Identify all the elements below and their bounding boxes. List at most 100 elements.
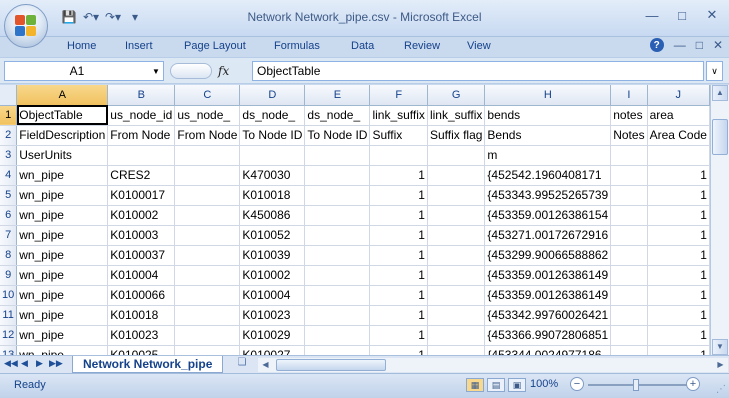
cell-a1[interactable]: ObjectTable xyxy=(16,105,109,126)
cell-i7[interactable] xyxy=(610,225,648,246)
cell-e1[interactable]: ds_node_ xyxy=(304,105,371,126)
cell-h8[interactable]: {453299.90066588862 xyxy=(484,245,612,266)
cell-c12[interactable] xyxy=(174,325,241,346)
cell-h2[interactable]: Bends xyxy=(484,125,612,146)
column-header-i[interactable]: I xyxy=(610,85,648,106)
cell-i9[interactable] xyxy=(610,265,648,286)
cell-c3[interactable] xyxy=(174,145,241,166)
cell-e6[interactable] xyxy=(304,205,371,226)
cell-j2[interactable]: Area Code xyxy=(647,125,710,146)
column-header-g[interactable]: G xyxy=(427,85,486,106)
zoom-level[interactable]: 100% xyxy=(530,378,558,390)
cell-b7[interactable]: K010003 xyxy=(107,225,176,246)
cell-b6[interactable]: K010002 xyxy=(107,205,176,226)
row-header[interactable]: 9 xyxy=(0,265,18,286)
tab-insert[interactable]: Insert xyxy=(125,40,153,52)
cell-g8[interactable] xyxy=(427,245,486,266)
cell-f5[interactable]: 1 xyxy=(369,185,428,206)
cell-b8[interactable]: K0100037 xyxy=(107,245,176,266)
next-sheet-icon[interactable]: ▶ xyxy=(34,358,45,369)
cell-f12[interactable]: 1 xyxy=(369,325,428,346)
row-header[interactable]: 11 xyxy=(0,305,18,326)
cell-e5[interactable] xyxy=(304,185,371,206)
cell-b11[interactable]: K010018 xyxy=(107,305,176,326)
tab-view[interactable]: View xyxy=(467,40,491,52)
cell-e10[interactable] xyxy=(304,285,371,306)
cell-h7[interactable]: {453271.00172672916 xyxy=(484,225,612,246)
column-header-h[interactable]: H xyxy=(484,85,612,106)
cell-g9[interactable] xyxy=(427,265,486,286)
horizontal-scrollbar[interactable]: ◀ ▶ xyxy=(258,358,728,372)
page-layout-view-icon[interactable]: ▤ xyxy=(487,378,505,392)
cell-b10[interactable]: K0100066 xyxy=(107,285,176,306)
cell-i6[interactable] xyxy=(610,205,648,226)
tab-home[interactable]: Home xyxy=(67,40,96,52)
maximize-icon[interactable]: □ xyxy=(671,6,693,24)
cell-a7[interactable]: wn_pipe xyxy=(16,225,109,246)
cell-c1[interactable]: us_node_ xyxy=(174,105,241,126)
cell-e4[interactable] xyxy=(304,165,371,186)
cell-c8[interactable] xyxy=(174,245,241,266)
cell-g11[interactable] xyxy=(427,305,486,326)
cell-f11[interactable]: 1 xyxy=(369,305,428,326)
cell-e8[interactable] xyxy=(304,245,371,266)
cell-e13[interactable] xyxy=(304,345,371,355)
column-header-f[interactable]: F xyxy=(369,85,428,106)
cell-h3[interactable]: m xyxy=(484,145,612,166)
tab-data[interactable]: Data xyxy=(351,40,374,52)
cell-i8[interactable] xyxy=(610,245,648,266)
close-icon[interactable]: ✕ xyxy=(701,6,723,24)
cell-j7[interactable]: 1 xyxy=(647,225,710,246)
cell-i2[interactable]: Notes xyxy=(610,125,648,146)
cell-e11[interactable] xyxy=(304,305,371,326)
normal-view-icon[interactable]: ▦ xyxy=(466,378,484,392)
zoom-slider-thumb[interactable] xyxy=(633,379,639,391)
column-header-j[interactable]: J xyxy=(647,85,710,106)
cell-d1[interactable]: ds_node_ xyxy=(239,105,306,126)
cell-a2[interactable]: FieldDescription xyxy=(16,125,109,146)
cell-h11[interactable]: {453342.99760026421 xyxy=(484,305,612,326)
column-header-a[interactable]: A xyxy=(16,85,109,106)
row-header[interactable]: 2 xyxy=(0,125,18,146)
tab-page-layout[interactable]: Page Layout xyxy=(184,40,246,52)
cell-i1[interactable]: notes xyxy=(610,105,648,126)
last-sheet-icon[interactable]: ▶▶ xyxy=(49,358,63,369)
cell-a5[interactable]: wn_pipe xyxy=(16,185,109,206)
cell-d12[interactable]: K010029 xyxy=(239,325,306,346)
cell-g12[interactable] xyxy=(427,325,486,346)
cell-b5[interactable]: K0100017 xyxy=(107,185,176,206)
row-header[interactable]: 3 xyxy=(0,145,18,166)
cell-g10[interactable] xyxy=(427,285,486,306)
cell-e9[interactable] xyxy=(304,265,371,286)
cell-d5[interactable]: K010018 xyxy=(239,185,306,206)
cell-b1[interactable]: us_node_id xyxy=(107,105,176,126)
cell-c2[interactable]: From Node xyxy=(174,125,241,146)
workbook-close-icon[interactable]: ✕ xyxy=(713,38,723,52)
cell-b4[interactable]: CRES2 xyxy=(107,165,176,186)
cell-j13[interactable]: 1 xyxy=(647,345,710,355)
cell-d4[interactable]: K470030 xyxy=(239,165,306,186)
row-header[interactable]: 8 xyxy=(0,245,18,266)
row-header[interactable]: 4 xyxy=(0,165,18,186)
cell-c7[interactable] xyxy=(174,225,241,246)
cell-b9[interactable]: K010004 xyxy=(107,265,176,286)
cell-g3[interactable] xyxy=(427,145,486,166)
cell-f6[interactable]: 1 xyxy=(369,205,428,226)
cell-f1[interactable]: link_suffix xyxy=(369,105,428,126)
column-header-e[interactable]: E xyxy=(304,85,371,106)
cell-b12[interactable]: K010023 xyxy=(107,325,176,346)
cell-g2[interactable]: Suffix flag xyxy=(427,125,486,146)
cell-f7[interactable]: 1 xyxy=(369,225,428,246)
cell-e3[interactable] xyxy=(304,145,371,166)
cell-i3[interactable] xyxy=(610,145,648,166)
cell-e7[interactable] xyxy=(304,225,371,246)
chevron-down-icon[interactable]: ▼ xyxy=(149,67,163,76)
cell-i12[interactable] xyxy=(610,325,648,346)
cell-h10[interactable]: {453359.00126386149 xyxy=(484,285,612,306)
scroll-up-icon[interactable]: ▲ xyxy=(712,85,728,101)
cell-d13[interactable]: K010027 xyxy=(239,345,306,355)
cell-f2[interactable]: Suffix xyxy=(369,125,428,146)
cell-j9[interactable]: 1 xyxy=(647,265,710,286)
cell-g1[interactable]: link_suffix xyxy=(427,105,486,126)
vertical-scrollbar[interactable]: ▲ ▼ xyxy=(710,85,729,355)
